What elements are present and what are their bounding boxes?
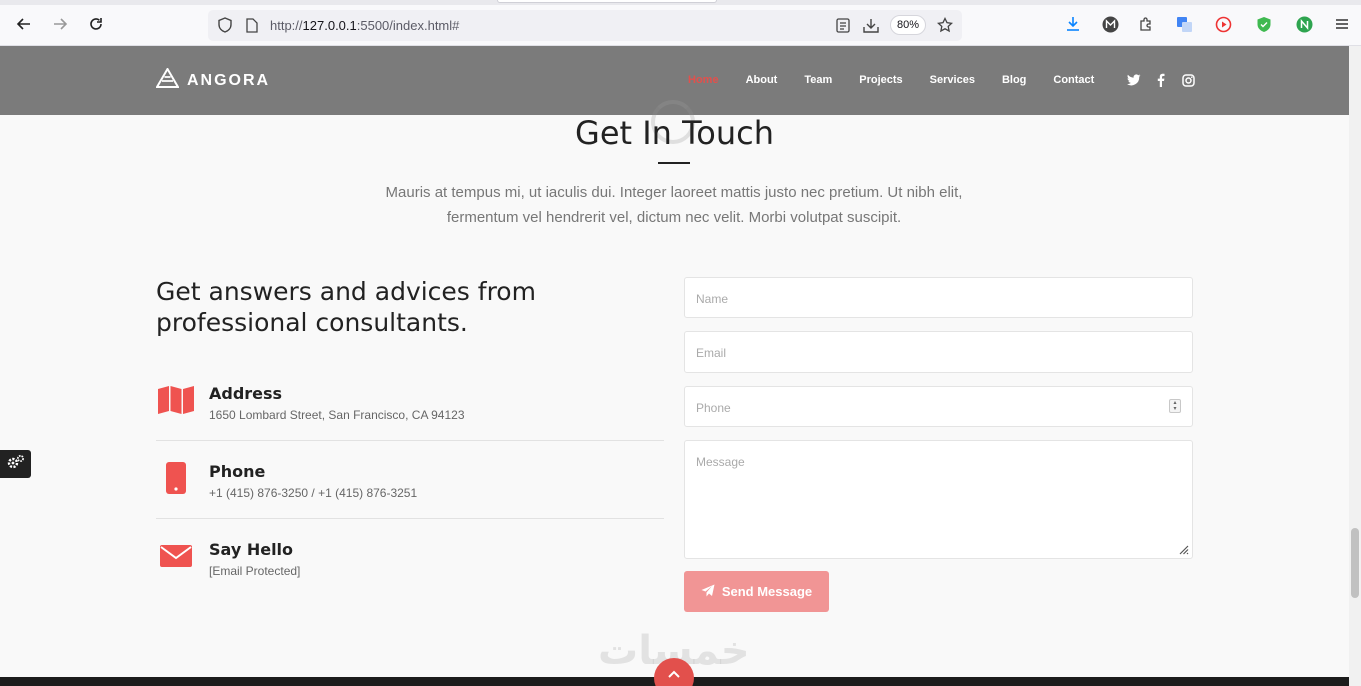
phone-label: Phone (209, 462, 266, 481)
forward-button[interactable] (49, 13, 71, 35)
paper-plane-icon (701, 584, 715, 600)
nav-home[interactable]: Home (688, 74, 719, 86)
browser-tab[interactable] (497, 0, 717, 3)
send-message-button[interactable]: Send Message (684, 571, 829, 612)
contact-heading: Get answers and advices from professiona… (156, 277, 536, 337)
bookmark-star-icon[interactable] (936, 16, 954, 34)
translate-icon[interactable] (1175, 15, 1193, 33)
zoom-level[interactable]: 80% (890, 15, 926, 35)
url-path: :5500/index.html# (356, 18, 460, 33)
phone-info: Phone +1 (415) 876-3250 / +1 (415) 876-3… (156, 456, 664, 534)
map-icon (156, 384, 196, 416)
name-placeholder: Name (696, 292, 729, 306)
gears-icon (7, 454, 25, 475)
nav-about[interactable]: About (746, 74, 778, 86)
main-nav: Home About Team Projects Services Blog C… (688, 74, 1121, 86)
address-info: Address 1650 Lombard Street, San Francis… (156, 378, 664, 456)
address-bar[interactable]: http://127.0.0.1:5500/index.html# 80% (208, 10, 962, 41)
resize-handle-icon[interactable] (1177, 543, 1189, 555)
page-scrollbar[interactable] (1349, 46, 1361, 686)
instagram-icon[interactable] (1181, 73, 1195, 87)
number-spinner[interactable]: ▴ ▾ (1169, 399, 1181, 413)
social-links (1127, 73, 1195, 87)
logo-text: ANGORA (187, 71, 271, 89)
nav-team[interactable]: Team (804, 74, 832, 86)
send-message-label: Send Message (721, 584, 813, 599)
email-placeholder: Email (696, 346, 727, 360)
address-value: 1650 Lombard Street, San Francisco, CA 9… (209, 408, 465, 422)
chevron-up-icon (667, 666, 681, 684)
envelope-icon (156, 540, 196, 572)
phone-input[interactable]: Phone ▴ ▾ (684, 386, 1193, 427)
email-value: [Email Protected] (209, 564, 301, 578)
message-textarea[interactable]: Message (684, 440, 1193, 559)
section-subtitle: Mauris at tempus mi, ut iaculis dui. Int… (385, 184, 963, 226)
title-underline (658, 162, 690, 164)
menu-icon[interactable] (1333, 15, 1351, 33)
mobile-icon (156, 462, 196, 494)
scrollbar-thumb[interactable] (1351, 528, 1359, 598)
url-host: 127.0.0.1 (302, 18, 357, 33)
video-extension-icon[interactable] (1214, 15, 1232, 33)
message-placeholder: Message (696, 455, 745, 469)
nav-projects[interactable]: Projects (859, 74, 902, 86)
page-icon[interactable] (243, 16, 261, 34)
nav-services[interactable]: Services (930, 74, 975, 86)
url-text[interactable]: http://127.0.0.1:5500/index.html# (270, 18, 459, 33)
email-input[interactable]: Email (684, 331, 1193, 373)
extension-m-icon[interactable] (1101, 15, 1119, 33)
name-input[interactable]: Name (684, 277, 1193, 318)
email-info: Say Hello [Email Protected] (156, 534, 664, 612)
reload-button[interactable] (85, 13, 107, 35)
section-title: Get In Touch (575, 114, 774, 152)
extension-n-icon[interactable] (1295, 15, 1313, 33)
nav-contact[interactable]: Contact (1053, 74, 1094, 86)
phone-placeholder: Phone (696, 401, 731, 415)
logo-icon (155, 67, 180, 93)
nav-blog[interactable]: Blog (1002, 74, 1026, 86)
address-label: Address (209, 384, 283, 403)
downloads-icon[interactable] (1064, 15, 1082, 33)
phone-value: +1 (415) 876-3250 / +1 (415) 876-3251 (209, 486, 418, 500)
facebook-icon[interactable] (1154, 73, 1168, 87)
adblock-shield-icon[interactable] (1255, 15, 1273, 33)
shield-icon[interactable] (216, 16, 234, 34)
site-logo[interactable]: ANGORA (155, 67, 271, 93)
info-divider (156, 518, 664, 519)
email-label: Say Hello (209, 540, 294, 559)
extensions-puzzle-icon[interactable] (1137, 15, 1155, 33)
reader-view-icon[interactable] (834, 16, 852, 34)
info-divider (156, 440, 664, 441)
url-prefix: http:// (270, 18, 303, 33)
browser-toolbar: http://127.0.0.1:5500/index.html# 80% (0, 0, 1361, 46)
save-page-icon[interactable] (862, 16, 880, 34)
twitter-icon[interactable] (1127, 73, 1141, 87)
back-button[interactable] (13, 13, 35, 35)
theme-settings-toggle[interactable] (0, 450, 31, 478)
